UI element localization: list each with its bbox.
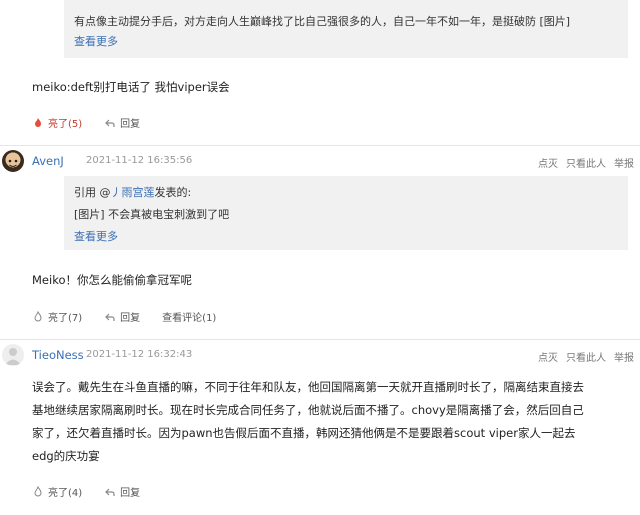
post-body-line: 基地继续居家隔离刷时长。现在时长完成合同任务了，他就说后面不播了。chovy是隔… bbox=[32, 403, 584, 417]
reply-label: 回复 bbox=[120, 313, 141, 324]
quote-header: 引用 @丿雨宫莲发表的: bbox=[74, 182, 618, 204]
view-comments-button[interactable]: 查看评论(1) bbox=[162, 309, 216, 324]
reply-button[interactable]: 回复 bbox=[104, 309, 140, 324]
dislike-link[interactable]: 点灭 bbox=[538, 155, 558, 170]
reply-button[interactable]: 回复 bbox=[104, 484, 140, 499]
see-more-link[interactable]: 查看更多 bbox=[74, 226, 618, 248]
report-link[interactable]: 举报 bbox=[614, 349, 634, 364]
like-button[interactable]: 亮了(5) bbox=[32, 115, 82, 130]
like-button[interactable]: 亮了(7) bbox=[32, 309, 82, 324]
post-body-line: edg的庆功宴 bbox=[32, 449, 100, 463]
timestamp: 2021-11-12 16:32:43 bbox=[86, 349, 193, 360]
timestamp: 2021-11-12 16:35:56 bbox=[86, 155, 193, 166]
post-body: Meiko！你怎么能偷偷拿冠军呢 bbox=[32, 273, 192, 287]
post-body: 误会了。戴先生在斗鱼直播的嘛，不同于往年和队友，他回国隔离第一天就开直播刷时长了… bbox=[32, 376, 584, 468]
like-count: 亮了(7) bbox=[48, 313, 83, 324]
reply-label: 回复 bbox=[120, 119, 141, 130]
only-this-user-link[interactable]: 只看此人 bbox=[566, 349, 606, 364]
quote-block: 引用 @丿雨宫莲发表的: [图片] 不会真被电宝刺激到了吧 查看更多 bbox=[64, 176, 628, 250]
face-icon bbox=[8, 159, 18, 167]
post-body-line: 误会了。戴先生在斗鱼直播的嘛，不同于往年和队友，他回国隔离第一天就开直播刷时长了… bbox=[32, 380, 584, 394]
post-3: TieoNess 2021-11-12 16:32:43 点灭 只看此人 举报 … bbox=[0, 340, 640, 515]
username[interactable]: AvenJ bbox=[32, 154, 64, 168]
post-2: AvenJ 2021-11-12 16:35:56 点灭 只看此人 举报 引用 … bbox=[0, 146, 640, 339]
post-actions: 亮了(7) 回复 查看评论(1) bbox=[32, 309, 238, 324]
like-button[interactable]: 亮了(4) bbox=[32, 484, 82, 499]
reply-icon bbox=[105, 488, 115, 496]
quote-suffix: 发表的: bbox=[154, 186, 192, 199]
post-1: 有点像主动提分手后，对方走向人生巅峰找了比自己强很多的人，自己一年不如一年，是挺… bbox=[0, 0, 640, 145]
post-body-line: 家了，还欠着直播时长。因为pawn也告假后面不直播，韩网还猜他俩是不是要跟着sc… bbox=[32, 426, 576, 440]
quote-prefix: 引用 @ bbox=[74, 186, 111, 199]
default-user-icon bbox=[5, 348, 21, 365]
avatar[interactable] bbox=[2, 344, 24, 366]
post-body: meiko:deft别打电话了 我怕viper误会 bbox=[32, 80, 230, 94]
reply-icon bbox=[105, 313, 115, 321]
reply-label: 回复 bbox=[120, 488, 141, 499]
dislike-link[interactable]: 点灭 bbox=[538, 349, 558, 364]
comments-label: 查看评论(1) bbox=[162, 313, 217, 324]
quote-text: 有点像主动提分手后，对方走向人生巅峰找了比自己强很多的人，自己一年不如一年，是挺… bbox=[74, 15, 571, 28]
post-actions: 亮了(4) 回复 bbox=[32, 484, 162, 499]
report-link[interactable]: 举报 bbox=[614, 155, 634, 170]
flame-icon bbox=[34, 485, 42, 496]
quote-block: 有点像主动提分手后，对方走向人生巅峰找了比自己强很多的人，自己一年不如一年，是挺… bbox=[64, 0, 628, 58]
flame-icon bbox=[34, 310, 42, 321]
flame-icon bbox=[35, 117, 41, 127]
quote-text: [图片] 不会真被电宝刺激到了吧 bbox=[74, 208, 230, 221]
username[interactable]: TieoNess bbox=[32, 348, 84, 362]
only-this-user-link[interactable]: 只看此人 bbox=[566, 155, 606, 170]
reply-button[interactable]: 回复 bbox=[104, 115, 140, 130]
like-count: 亮了(5) bbox=[48, 119, 83, 130]
avatar[interactable] bbox=[2, 150, 24, 172]
reply-icon bbox=[105, 119, 115, 127]
post-actions: 亮了(5) 回复 bbox=[32, 115, 162, 130]
see-more-link[interactable]: 查看更多 bbox=[74, 32, 618, 52]
like-count: 亮了(4) bbox=[48, 488, 83, 499]
quoted-user-link[interactable]: 丿雨宫莲 bbox=[111, 186, 155, 199]
